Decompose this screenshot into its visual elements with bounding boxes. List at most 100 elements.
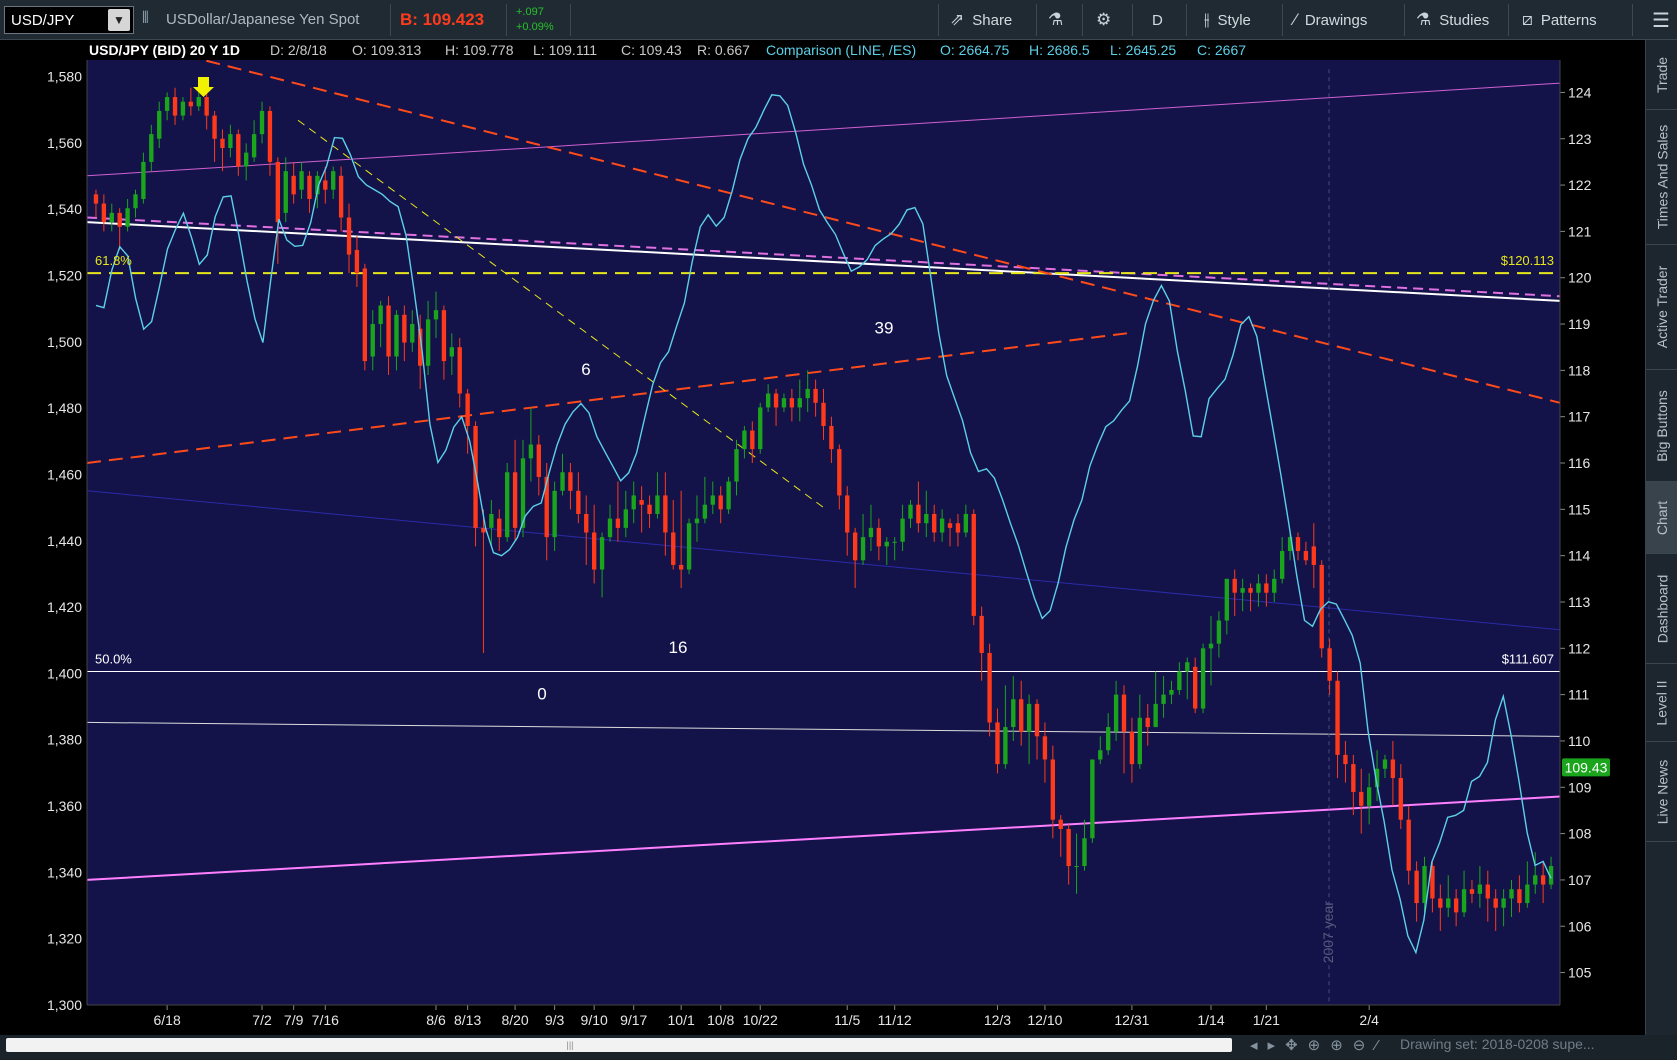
left-axis-tick: 1,320 [47,931,82,947]
symbol-text[interactable]: USD/JPY [5,12,108,29]
candle-body [1446,898,1451,908]
candle-body [1090,759,1095,839]
move-icon[interactable]: ✥ [1285,1036,1298,1054]
tab-chart[interactable]: Chart [1646,482,1677,554]
candle-body [346,217,352,255]
period-button[interactable]: D [1152,0,1163,40]
crosshair-icon[interactable]: ⊕ [1308,1036,1321,1054]
candle-body [1058,819,1063,829]
studies-button[interactable]: ⚗ Studies [1416,0,1489,40]
candle-body [283,171,288,213]
candle-body [1066,828,1071,867]
x-axis-tick: 12/3 [984,1012,1011,1028]
candle-body [1232,578,1237,593]
candle-body [1414,870,1419,904]
candle-body [758,407,763,450]
chevron-down-icon[interactable]: ▼ [108,9,130,31]
draw-line-icon[interactable]: ⁄ [1375,1037,1378,1054]
candle-body [536,444,541,477]
right-axis-tick: 115 [1568,501,1591,517]
candle-body [1193,666,1198,709]
scroll-right-icon[interactable]: ▸ [1268,1036,1276,1054]
candle-body [1525,884,1530,904]
scroll-left-icon[interactable]: ◂ [1250,1036,1258,1054]
wave-label-0: 0 [537,684,546,703]
candle-body [1003,727,1008,765]
x-axis-tick: 10/1 [668,1012,695,1028]
tab-trade[interactable]: Trade [1646,40,1677,110]
right-axis-tick: 111 [1568,687,1589,703]
candle-body [607,518,613,538]
left-axis-tick: 1,360 [47,798,82,814]
candle-body [647,504,652,514]
candle-body [1011,699,1016,728]
divider [1186,4,1187,36]
tab-times-and-sales[interactable]: Times And Sales [1646,110,1677,245]
right-axis-tick: 105 [1568,965,1592,981]
candle-body [781,398,787,408]
divider [1632,4,1633,36]
candle-body [457,347,462,394]
candle-body [1509,889,1514,899]
candle-body [599,537,605,570]
candle-body [1153,703,1158,728]
right-axis-tick: 109 [1568,779,1592,795]
candle-style-icon: ⫲ [1204,10,1210,29]
candle-body [686,523,692,570]
right-axis-tick: 110 [1568,733,1591,749]
candle-body [528,444,534,459]
right-axis-tick: 117 [1568,409,1591,425]
zoom-out-icon[interactable]: ⊖ [1353,1036,1366,1054]
candle-body [220,138,225,149]
tab-label: Dashboard [1654,574,1670,643]
divider [1508,4,1509,36]
tab-active-trader[interactable]: Active Trader [1646,245,1677,370]
candle-body [860,537,866,561]
divider [1082,4,1083,36]
share-button[interactable]: ⇗ Share [950,0,1012,40]
right-axis-tick: 121 [1568,223,1592,239]
x-axis-tick: 1/21 [1253,1012,1280,1028]
candle-body [1438,898,1443,908]
comparison-open: O: 2664.75 [940,42,1009,58]
flask-button[interactable]: ⚗ [1048,0,1063,40]
left-axis-tick: 1,420 [47,599,82,615]
tab-big-buttons[interactable]: Big Buttons [1646,370,1677,482]
menu-icon[interactable]: ☰ [1645,0,1677,40]
candle-body [568,472,573,491]
zoom-in-icon[interactable]: ⊕ [1330,1036,1343,1054]
price-chart[interactable]: 61.8% 50.0% $120.113 $111.607 6 39 16 0 2007 yea… [2,40,1645,1035]
tab-live-news[interactable]: Live News [1646,742,1677,842]
symbol-selector[interactable]: USD/JPY ▼ [4,6,134,34]
candle-body [1050,759,1056,820]
candle-body [955,523,961,533]
scroll-grip[interactable]: ||| [546,1040,594,1050]
style-button[interactable]: ⫲ Style [1204,0,1251,40]
right-axis-tick: 122 [1568,177,1592,193]
candle-body [852,532,858,561]
drawings-button[interactable]: ⁄ Drawings [1294,0,1367,40]
settings-button[interactable]: ⚙ [1096,0,1111,40]
candle-body [512,472,518,528]
pencil-icon: ⁄ [1294,10,1297,29]
candle-body [734,449,739,482]
candle-body [212,115,217,139]
candle-body [813,388,818,403]
horizontal-scrollbar[interactable]: ||| [6,1038,1232,1052]
candle-body [655,495,660,514]
tab-level-ii[interactable]: Level II [1646,664,1677,742]
drawing-set-label[interactable]: Drawing set: 2018-0208 supe... [1400,1036,1595,1052]
left-axis-tick: 1,520 [47,268,82,284]
candle-body [1469,889,1475,894]
header-date: D: 2/8/18 [270,42,327,58]
candle-body [584,513,589,533]
link-icon[interactable]: ⫴ [142,10,149,28]
divider [1132,4,1133,36]
chart-area[interactable]: 61.8% 50.0% $120.113 $111.607 6 39 16 0 2007 yea… [2,40,1645,1035]
patterns-button[interactable]: ⧄ Patterns [1522,0,1597,40]
candle-body [370,324,375,357]
candle-body [829,425,834,450]
tab-dashboard[interactable]: Dashboard [1646,554,1677,664]
candle-body [497,518,502,538]
left-axis-tick: 1,560 [47,135,82,151]
